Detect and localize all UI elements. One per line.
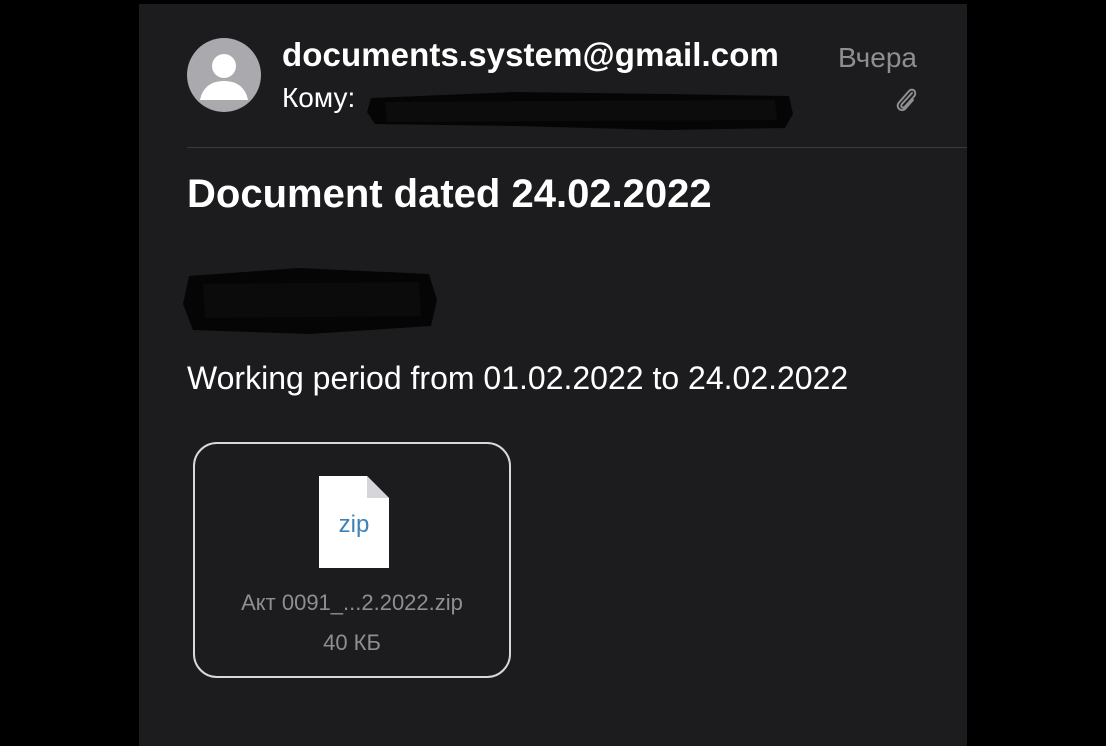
email-subject: Document dated 24.02.2022 [187, 172, 712, 216]
zip-type-label: zip [339, 511, 370, 538]
email-body: Working period from 01.02.2022 to 24.02.… [187, 360, 849, 396]
recipient-label: Кому: [282, 82, 356, 113]
recipient-redaction [367, 92, 793, 130]
body-redaction [183, 268, 437, 334]
sender-address[interactable]: documents.system@gmail.com [282, 36, 779, 74]
header-divider [187, 147, 967, 148]
attachment-file-size: 40 КБ [323, 630, 381, 655]
received-date: Вчера [837, 42, 917, 73]
email-message-view: documents.system@gmail.com Кому: Вчера D… [139, 4, 967, 746]
sender-avatar-icon[interactable] [187, 38, 261, 112]
paperclip-icon [896, 88, 917, 112]
recipient-row[interactable]: Кому: [282, 82, 355, 114]
zip-attachment-card[interactable]: zip Акт 0091_...2.2022.zip 40 КБ [193, 442, 511, 678]
zip-file-icon: zip [319, 476, 389, 568]
attachment-file-name: Акт 0091_...2.2022.zip [241, 590, 463, 615]
